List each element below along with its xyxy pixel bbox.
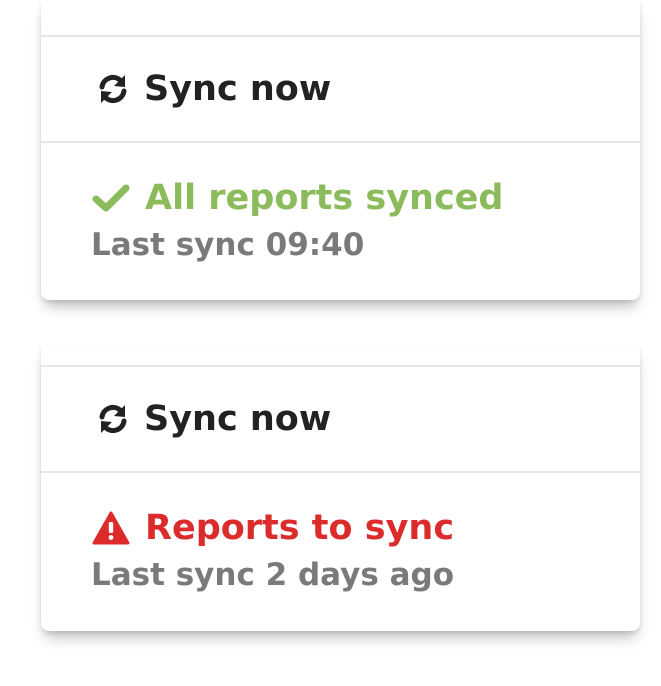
sync-now-button[interactable]: Sync now xyxy=(41,367,640,473)
status-text: Reports to sync xyxy=(145,508,455,548)
status-text: All reports synced xyxy=(145,178,504,218)
last-sync-text: Last sync 2 days ago xyxy=(91,557,455,593)
check-icon xyxy=(92,184,130,212)
sync-now-label: Sync now xyxy=(144,69,332,109)
panel-top-divider xyxy=(41,0,640,37)
status-line: All reports synced xyxy=(91,173,640,223)
sync-status: All reports synced Last sync 09:40 xyxy=(41,143,640,263)
status-line: Reports to sync xyxy=(91,503,640,553)
sync-now-button[interactable]: Sync now xyxy=(41,37,640,143)
sync-now-label: Sync now xyxy=(144,399,332,439)
panel-top-divider xyxy=(41,345,640,367)
refresh-icon xyxy=(99,404,127,434)
sync-status: Reports to sync Last sync 2 days ago xyxy=(41,473,640,593)
last-sync-text: Last sync 09:40 xyxy=(91,227,365,263)
sync-panel-pending: Sync now Reports to sync Last sync 2 day… xyxy=(41,345,640,631)
sync-panel-synced: Sync now All reports synced Last sync 09… xyxy=(41,0,640,300)
refresh-icon xyxy=(99,74,127,104)
warning-triangle-icon xyxy=(92,511,130,545)
